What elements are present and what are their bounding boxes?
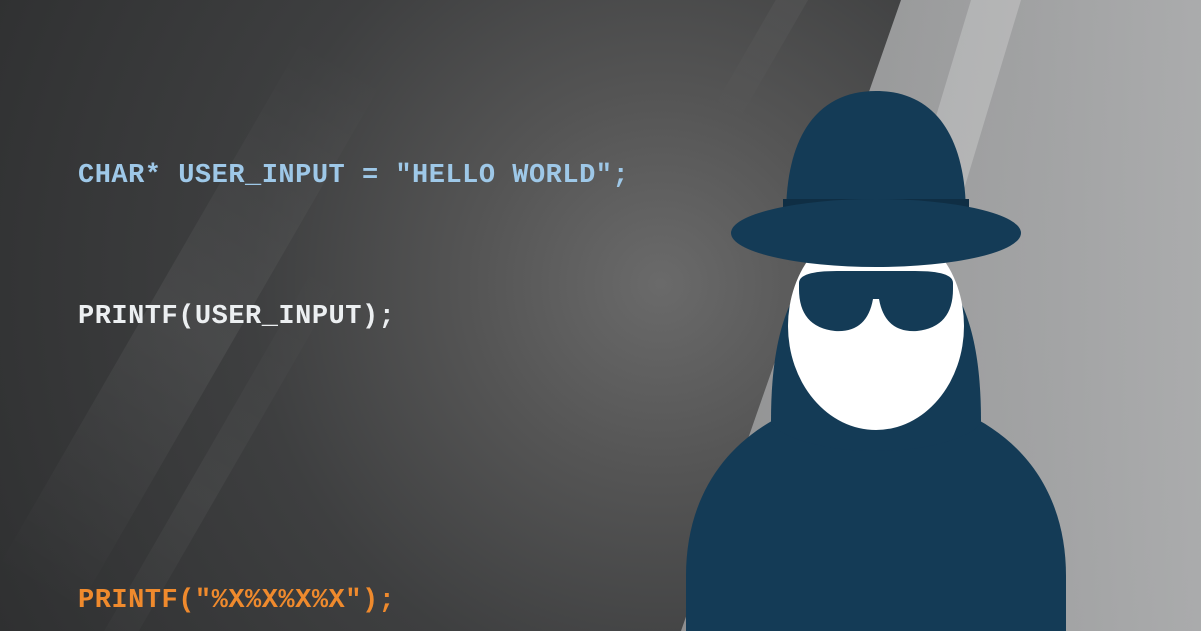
code-line-2: PRINTF(USER_INPUT); — [78, 294, 629, 341]
background-wedge — [641, 0, 1201, 631]
hacker-spy-icon — [641, 71, 1111, 631]
code-token-semicolon: ; — [613, 161, 630, 191]
light-streak — [713, 0, 947, 123]
code-line-1: CHAR* USER_INPUT = "HELLO WORLD"; — [78, 153, 629, 200]
illustration-canvas: CHAR* USER_INPUT = "HELLO WORLD"; PRINTF… — [0, 0, 1201, 631]
code-line-4: PRINTF("%X%X%X%X"); — [78, 578, 629, 625]
code-token-string: "HELLO WORLD" — [395, 161, 612, 191]
code-token-declaration: CHAR* USER_INPUT = — [78, 161, 395, 191]
code-block: CHAR* USER_INPUT = "HELLO WORLD"; PRINTF… — [78, 58, 629, 631]
code-line-blank — [78, 436, 629, 483]
